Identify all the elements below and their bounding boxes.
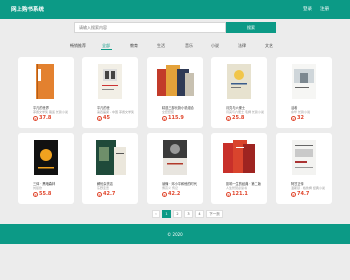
book-cover[interactable] [86,137,134,178]
page-button-2[interactable]: 2 [173,210,182,218]
page-button-4[interactable]: 4 [195,210,204,218]
price-coin-icon: ¥ [97,116,102,121]
price-coin-icon: ¥ [97,192,102,197]
book-desc: 温斯顿 · 格鲁姆 经典小说 [291,186,325,190]
book-card[interactable]: 平凡的世界 茅盾文学奖 路遥 长篇小说 ¥ 37.8 [18,57,74,128]
book-cover[interactable] [22,137,70,178]
price-coin-icon: ¥ [226,116,231,121]
book-cover[interactable] [215,61,263,102]
prev-page-button[interactable]: ‹ [152,210,160,218]
price-coin-icon: ¥ [226,192,231,197]
book-card[interactable]: 平凡的世 第四届梁 - 中国 茅盾文学奖 ¥ 45 [82,57,138,128]
book-desc: 茅盾文学奖 路遥 长篇小说 [33,110,68,114]
tab-bestseller[interactable]: 畅销推荐 [70,43,86,49]
book-cover[interactable] [151,137,199,178]
book-desc: 傅高义 传记 [162,186,178,190]
next-page-button[interactable]: 下一页 [206,210,223,218]
book-desc: 东野圭吾 [97,186,110,190]
book-card[interactable]: 精选三部长篇小说组合 全套套装 ¥ 115.9 [147,57,203,128]
tab-novel[interactable]: 小说 [211,43,219,49]
book-card[interactable]: 影响一生的经典 · 第二版 人生智慧必读书 ¥ 121.1 [211,133,267,204]
book-cover[interactable] [280,137,328,178]
book-card[interactable]: 活着 余华 长篇小说 ¥ 32 [276,57,332,128]
tab-law[interactable]: 法律 [238,43,246,49]
book-cover[interactable] [22,61,70,102]
page-button-1[interactable]: 1 [162,210,171,218]
tab-life[interactable]: 生活 [157,43,165,49]
book-price: 37.8 [39,115,52,121]
price-coin-icon: ¥ [291,116,296,121]
price-coin-icon: ¥ [162,192,167,197]
book-desc: 刘慈欣 [33,186,43,190]
book-price: 32 [297,115,304,121]
book-price: 42.7 [103,191,116,197]
book-price: 42.2 [168,191,181,197]
page-footer: © 2020 [0,224,350,244]
active-tab-indicator [101,49,112,50]
book-price: 45 [103,115,110,121]
search-input[interactable] [74,22,226,33]
book-desc: 人生智慧必读书 [226,186,248,190]
book-price: 115.9 [168,115,184,121]
tab-literature[interactable]: 文艺 [265,43,273,49]
tab-education[interactable]: 教育 [130,43,138,49]
book-card[interactable]: 三体 · 黑暗森林 刘慈欣 ¥ 55.8 [18,133,74,204]
book-desc: 余华 长篇小说 [291,110,310,114]
book-cover[interactable] [215,137,263,178]
book-card[interactable]: 阿甘正传 温斯顿 · 格鲁姆 经典小说 ¥ 74.7 [276,133,332,204]
book-price: 55.8 [39,191,52,197]
price-coin-icon: ¥ [162,116,167,121]
book-desc: 月亮与六便士 毛姆 长篇小说 [226,110,264,114]
book-card[interactable]: 解忧杂货店 东野圭吾 ¥ 42.7 [82,133,138,204]
tab-music[interactable]: 音乐 [185,43,193,49]
book-cover[interactable] [280,61,328,102]
price-coin-icon: ¥ [291,192,296,197]
nav-register-link[interactable]: 注册 [320,6,329,12]
book-desc: 全套套装 [162,110,175,114]
book-cover[interactable] [151,61,199,102]
book-desc: 第四届梁 - 中国 茅盾文学奖 [97,110,134,114]
book-card[interactable]: 月亮与六便士 月亮与六便士 毛姆 长篇小说 ¥ 25.8 [211,57,267,128]
site-logo[interactable]: 网上购书系统 [11,5,44,13]
book-price: 121.1 [232,191,248,197]
book-price: 25.8 [232,115,245,121]
price-coin-icon: ¥ [33,116,38,121]
price-coin-icon: ¥ [33,192,38,197]
book-card[interactable]: 读懂 · 邓小平和他的时代 傅高义 传记 ¥ 42.2 [147,133,203,204]
search-button[interactable]: 搜索 [226,22,276,33]
book-price: 74.7 [297,191,310,197]
top-header: 网上购书系统 登录 注册 [0,0,350,19]
nav-login-link[interactable]: 登录 [303,6,312,12]
book-cover[interactable] [86,61,134,102]
copyright-text: © 2020 [167,232,183,237]
page-button-3[interactable]: 3 [184,210,193,218]
